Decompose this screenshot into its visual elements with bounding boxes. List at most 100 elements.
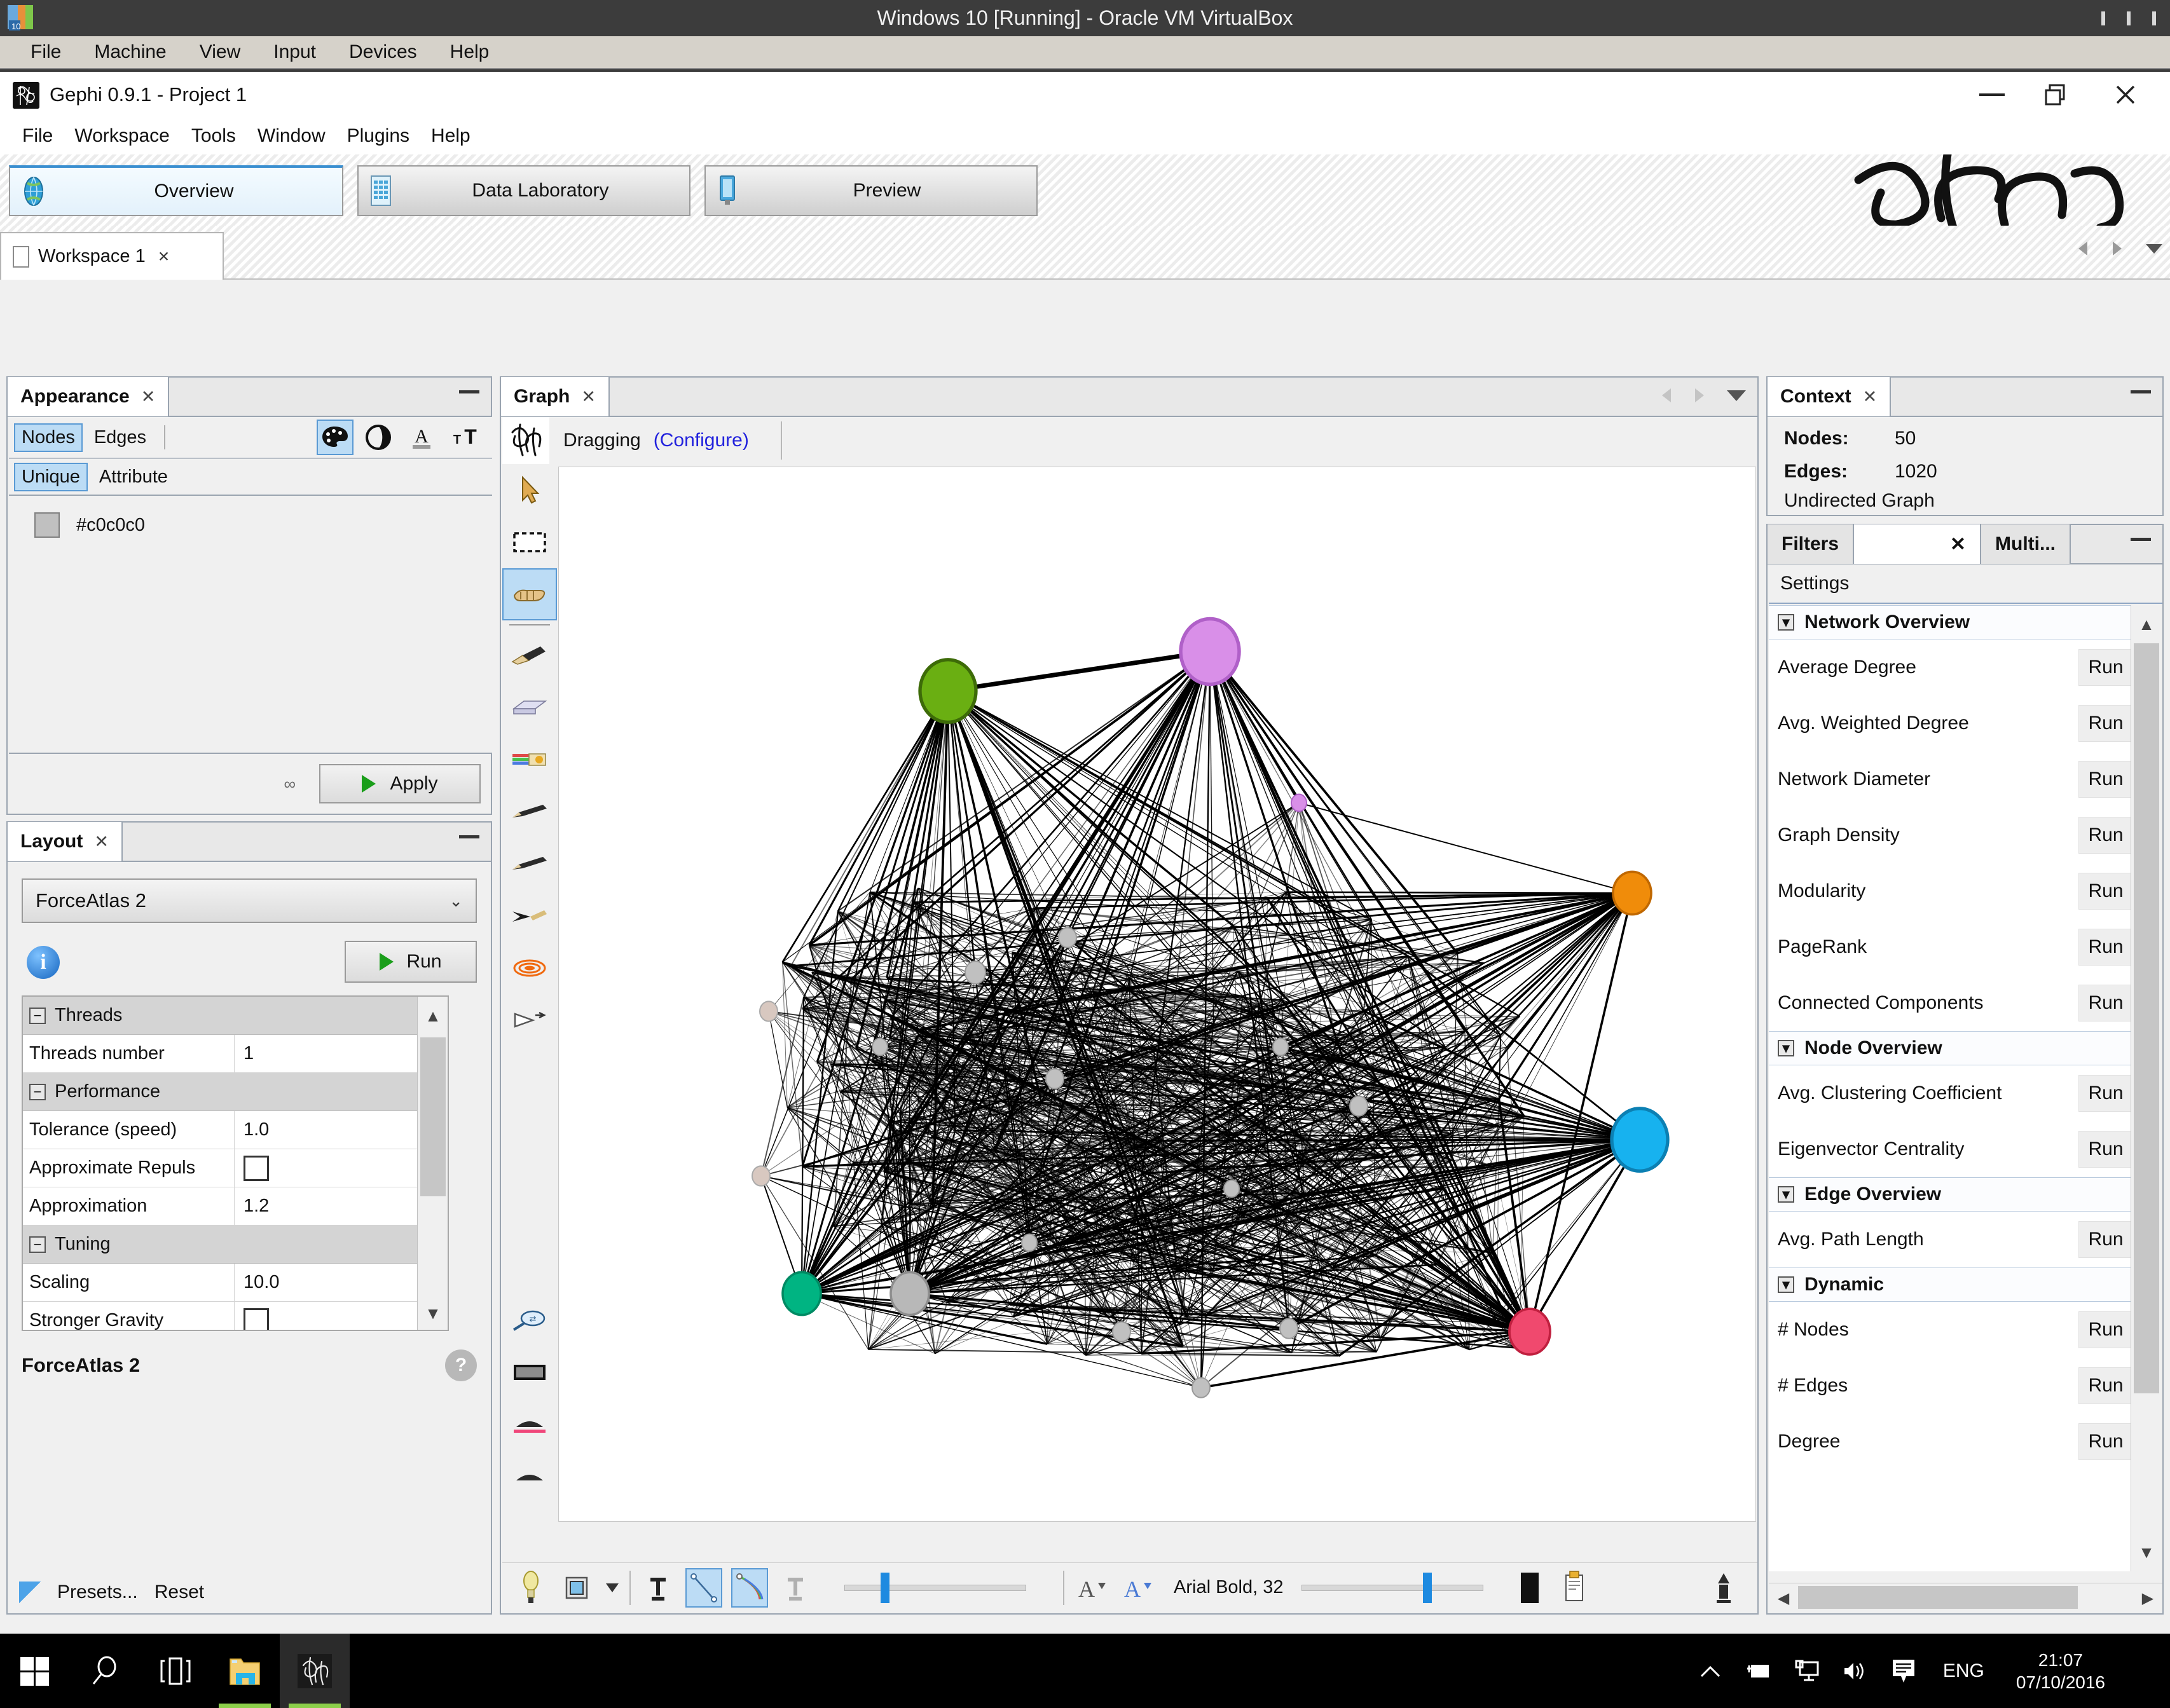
property-group[interactable]: − Performance (23, 1073, 448, 1111)
layout-algorithm-select[interactable]: ForceAtlas 2 ⌄ (22, 878, 477, 923)
context-minimize-icon[interactable] (2131, 390, 2151, 393)
property-value[interactable]: 1.2 (234, 1187, 448, 1225)
workspace-close-icon[interactable]: × (158, 246, 170, 268)
statistics-group[interactable]: ▾ Edge Overview (1769, 1177, 2133, 1212)
property-group[interactable]: − Tuning (23, 1226, 448, 1264)
graph-node[interactable] (1021, 1233, 1038, 1252)
edge-color-icon[interactable] (731, 1568, 768, 1608)
graph-node[interactable] (1508, 1308, 1551, 1356)
statistics-run-button[interactable]: Run (2078, 1423, 2133, 1460)
color-swatch[interactable] (34, 512, 60, 538)
edge-weight-icon[interactable] (685, 1568, 722, 1608)
light-bulb-icon[interactable] (512, 1568, 549, 1608)
filters-close-icon[interactable]: ✕ (1854, 524, 1982, 564)
property-group[interactable]: − Threads (23, 997, 448, 1035)
apply-button[interactable]: Apply (319, 764, 481, 803)
statistics-run-button[interactable]: Run (2078, 873, 2133, 910)
tab-data-laboratory[interactable]: Data Laboratory (357, 165, 690, 216)
appearance-minimize-icon[interactable] (459, 390, 479, 393)
statistics-run-button[interactable]: Run (2078, 761, 2133, 798)
graph-node[interactable] (1291, 793, 1307, 812)
property-value[interactable]: 1 (234, 1035, 448, 1072)
collapse-icon[interactable]: ▾ (1778, 614, 1794, 631)
gephi-maximize-button[interactable] (2024, 72, 2087, 118)
layout-run-button[interactable]: Run (345, 941, 477, 983)
help-icon[interactable]: ? (445, 1349, 477, 1381)
scroll-right-icon[interactable]: ▶ (2133, 1583, 2162, 1613)
graph-panel-tab[interactable]: Graph ✕ (501, 377, 610, 416)
pencil-icon[interactable] (502, 838, 557, 890)
reset-button[interactable]: Reset (155, 1582, 204, 1603)
gephi-menu-tools[interactable]: Tools (181, 124, 247, 148)
property-row[interactable]: Scaling 10.0 (23, 1264, 448, 1302)
file-explorer-button[interactable] (210, 1634, 280, 1708)
graph-node[interactable] (1272, 1037, 1289, 1056)
layout-minimize-icon[interactable] (459, 835, 479, 838)
context-close-icon[interactable]: ✕ (1863, 387, 1878, 407)
slider-handle[interactable] (881, 1572, 889, 1603)
statistics-group[interactable]: ▾ Dynamic (1769, 1267, 2133, 1302)
property-value[interactable] (234, 1302, 448, 1330)
vbox-minimize-icon[interactable] (2101, 11, 2105, 25)
presets-button[interactable]: Presets... (57, 1582, 138, 1603)
appearance-panel-tab[interactable]: Appearance ✕ (8, 377, 170, 416)
gephi-menu-file[interactable]: File (11, 124, 64, 148)
collapse-icon[interactable]: ▾ (1778, 1186, 1794, 1203)
vbox-menu-view[interactable]: View (183, 40, 257, 64)
graph-node[interactable] (759, 1001, 778, 1022)
network-visualization[interactable] (559, 467, 1756, 1522)
node-label-text-icon[interactable] (640, 1568, 676, 1608)
graph-node[interactable] (965, 960, 986, 985)
multi-tab[interactable]: Multi... (1981, 524, 2071, 564)
dropdown-arrow-icon[interactable] (604, 1568, 621, 1608)
label-size-slider[interactable] (1301, 1572, 1483, 1603)
layout-properties-scrollbar[interactable]: ▲ ▼ (417, 997, 448, 1330)
search-button[interactable] (70, 1634, 140, 1708)
graph-node[interactable] (1610, 1107, 1670, 1173)
edge-pencil-icon[interactable] (502, 890, 557, 942)
graph-node[interactable] (1612, 870, 1652, 916)
graph-configure-link[interactable]: (Configure) (654, 430, 749, 451)
slider-handle[interactable] (1422, 1572, 1432, 1603)
text-settings-icon[interactable] (1557, 1568, 1594, 1608)
scroll-left-icon[interactable]: ◀ (1769, 1583, 1798, 1613)
collapse-icon[interactable]: − (29, 1007, 46, 1024)
statistics-run-button[interactable]: Run (2078, 817, 2133, 854)
graph-node[interactable] (1349, 1095, 1368, 1117)
shortest-path-icon[interactable] (502, 994, 557, 1046)
graph-nav-left-icon[interactable] (1659, 386, 1673, 404)
statistics-group[interactable]: ▾ Network Overview (1769, 605, 2133, 639)
gephi-menu-help[interactable]: Help (420, 124, 481, 148)
scroll-down-icon[interactable]: ▼ (418, 1294, 448, 1330)
graph-canvas[interactable] (558, 467, 1756, 1522)
edge-label-icon[interactable] (502, 1451, 557, 1503)
graph-close-icon[interactable]: ✕ (581, 387, 596, 407)
appearance-unique-tab[interactable]: Unique (14, 462, 88, 491)
label-size-down-icon[interactable]: A (1073, 1568, 1110, 1608)
graph-node[interactable] (1058, 927, 1077, 948)
appearance-nodes-tab[interactable]: Nodes (14, 423, 83, 452)
statistics-run-button[interactable]: Run (2078, 1311, 2133, 1348)
tab-overview[interactable]: Overview (9, 165, 343, 216)
rectangle-icon[interactable] (502, 1346, 557, 1398)
graph-node[interactable] (1179, 617, 1241, 687)
property-row[interactable]: Approximate Repuls (23, 1149, 448, 1187)
vbox-menu-devices[interactable]: Devices (333, 40, 434, 64)
layout-panel-tab[interactable]: Layout ✕ (8, 822, 123, 861)
sphere-size-icon[interactable] (360, 420, 397, 455)
vbox-menu-help[interactable]: Help (434, 40, 506, 64)
statistics-vertical-scrollbar[interactable]: ▲ ▼ (2131, 605, 2161, 1571)
context-panel-tab[interactable]: Context ✕ (1768, 377, 1892, 416)
vbox-menu-input[interactable]: Input (257, 40, 333, 64)
collapse-icon[interactable]: − (29, 1236, 46, 1253)
edge-thickness-slider[interactable] (844, 1572, 1026, 1603)
statistics-run-button[interactable]: Run (2078, 985, 2133, 1021)
statistics-run-button[interactable]: Run (2078, 1075, 2133, 1112)
statistics-run-button[interactable]: Run (2078, 1367, 2133, 1404)
statistics-run-button[interactable]: Run (2078, 1131, 2133, 1168)
scroll-down-icon[interactable]: ▼ (2131, 1533, 2162, 1571)
filters-tab[interactable]: Filters (1768, 524, 1855, 564)
gephi-close-button[interactable] (2094, 72, 2157, 118)
statistics-run-button[interactable]: Run (2078, 705, 2133, 742)
brush-icon[interactable] (502, 629, 557, 681)
